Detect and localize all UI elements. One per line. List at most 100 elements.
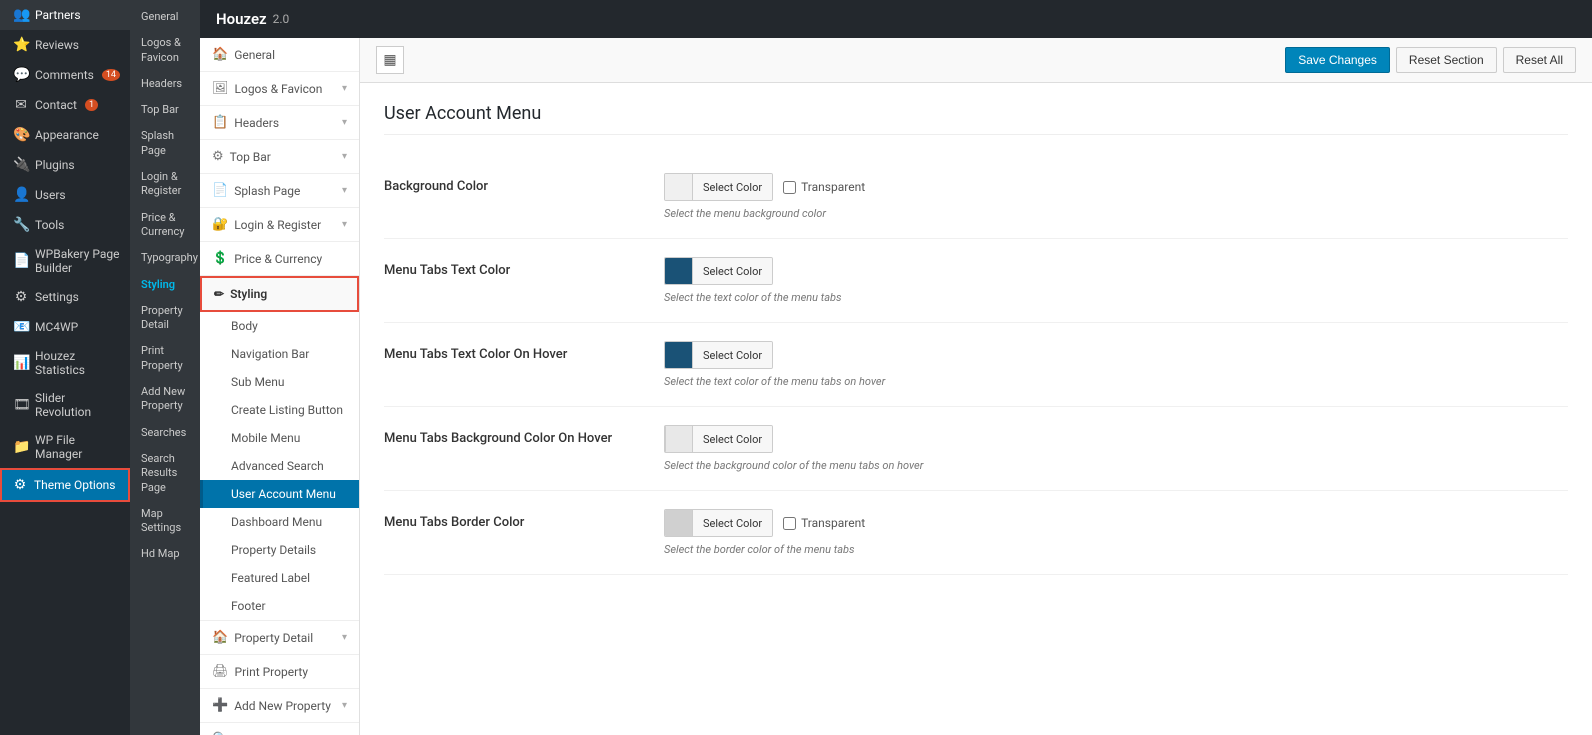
theme-sub-item-top-bar[interactable]: Top Bar (130, 97, 200, 123)
tabs-text-color-picker[interactable]: Select Color (664, 257, 773, 285)
print-property-icon: 🖨 (212, 664, 229, 679)
tabs-border-picker[interactable]: Select Color (664, 509, 773, 537)
sidebar-item-mc4wp[interactable]: 📧 MC4WP (0, 312, 130, 342)
tabs-text-hover-picker[interactable]: Select Color (664, 341, 773, 369)
styling-subitem-advanced-search[interactable]: Advanced Search (200, 452, 359, 480)
background-color-control: Select Color Transparent Select the menu… (664, 173, 1568, 220)
tabs-border-description: Select the border color of the menu tabs (664, 543, 1568, 556)
theme-sub-item-hd-map[interactable]: Hd Map (130, 541, 200, 567)
settings-property-detail-header[interactable]: 🏠 Property Detail ▾ (200, 621, 359, 654)
reset-section-button[interactable]: Reset Section (1396, 47, 1497, 73)
settings-print-property-header[interactable]: 🖨 Print Property (200, 655, 359, 688)
styling-subitem-body[interactable]: Body (200, 312, 359, 340)
section-title: User Account Menu (384, 103, 1568, 135)
sidebar-item-wp-file[interactable]: 📁 WP File Manager (0, 426, 130, 468)
styling-subitem-footer[interactable]: Footer (200, 592, 359, 620)
theme-sub-item-styling[interactable]: Styling (130, 272, 200, 298)
theme-sub-item-logos[interactable]: Logos & Favicon (130, 30, 200, 71)
sidebar-item-comments[interactable]: 💬 Comments 14 (0, 60, 130, 90)
settings-section-splash: 📄 Splash Page ▾ (200, 174, 359, 208)
settings-section-print-property: 🖨 Print Property (200, 655, 359, 689)
styling-subitem-featured-label[interactable]: Featured Label (200, 564, 359, 592)
theme-sub-item-typography[interactable]: Typography (130, 245, 200, 271)
save-changes-button[interactable]: Save Changes (1285, 47, 1390, 73)
sidebar-item-tools[interactable]: 🔧 Tools (0, 210, 130, 240)
settings-searches-header[interactable]: 🔍 Searches ▾ (200, 723, 359, 735)
theme-sub-item-price[interactable]: Price & Currency (130, 205, 200, 246)
settings-price-header[interactable]: 💲 Price & Currency (200, 242, 359, 275)
tabs-bg-hover-btn-label: Select Color (693, 426, 772, 452)
styling-subitem-user-account-menu[interactable]: User Account Menu (200, 480, 359, 508)
houzez-stats-icon: 📊 (13, 355, 29, 371)
settings-login-header[interactable]: 🔐 Login & Register ▾ (200, 208, 359, 241)
reviews-icon: ⭐ (13, 37, 29, 53)
general-icon: 🏠 (212, 47, 228, 62)
styling-subitem-navigation-bar[interactable]: Navigation Bar (200, 340, 359, 368)
theme-sub-item-login[interactable]: Login & Register (130, 164, 200, 205)
contact-icon: ✉ (13, 97, 29, 113)
appearance-icon: 🎨 (13, 127, 29, 143)
reset-all-button[interactable]: Reset All (1503, 47, 1576, 73)
theme-sub-item-map-settings[interactable]: Map Settings (130, 501, 200, 542)
toolbar: ▦ Save Changes Reset Section Reset All (360, 38, 1592, 83)
tabs-text-color-row: Select Color (664, 257, 1568, 285)
settings-general-header[interactable]: 🏠 General (200, 38, 359, 71)
content-wrapper: 🏠 General 🖼 Logos & Favicon ▾ 📋 Headers … (200, 38, 1592, 735)
sidebar-item-plugins[interactable]: 🔌 Plugins (0, 150, 130, 180)
settings-splash-header[interactable]: 📄 Splash Page ▾ (200, 174, 359, 207)
sidebar-item-slider-rev[interactable]: 🎞 Slider Revolution (0, 384, 130, 426)
sidebar-item-theme-options[interactable]: ⚙ Theme Options (0, 468, 130, 502)
styling-subitem-create-listing[interactable]: Create Listing Button (200, 396, 359, 424)
splash-icon: 📄 (212, 183, 228, 198)
tabs-border-transparent-checkbox[interactable] (783, 517, 796, 530)
theme-sub-item-headers[interactable]: Headers (130, 71, 200, 97)
settings-logos-header[interactable]: 🖼 Logos & Favicon ▾ (200, 72, 359, 105)
settings-section-general: 🏠 General (200, 38, 359, 72)
styling-subitem-property-details[interactable]: Property Details (200, 536, 359, 564)
sidebar-item-wpbakery[interactable]: 📄 WPBakery Page Builder (0, 240, 130, 282)
toolbar-right: Save Changes Reset Section Reset All (1285, 47, 1576, 73)
sidebar-item-houzez-stats[interactable]: 📊 Houzez Statistics (0, 342, 130, 384)
styling-parent[interactable]: ✏ Styling (200, 276, 359, 312)
grid-icon-btn[interactable]: ▦ (376, 46, 404, 74)
add-new-chevron: ▾ (342, 700, 347, 711)
tabs-bg-hover-control: Select Color Select the background color… (664, 425, 1568, 472)
plugins-icon: 🔌 (13, 157, 29, 173)
background-transparent-checkbox[interactable] (783, 181, 796, 194)
comments-icon: 💬 (13, 67, 29, 83)
theme-sub-item-print[interactable]: Print Property (130, 338, 200, 379)
theme-sub-item-add-new[interactable]: Add New Property (130, 379, 200, 420)
sidebar-item-partners[interactable]: 👥 Partners (0, 0, 130, 30)
theme-sub-item-prop-detail[interactable]: Property Detail (130, 298, 200, 339)
theme-sub-item-general[interactable]: General (130, 4, 200, 30)
background-transparent-check[interactable]: Transparent (783, 180, 865, 194)
tabs-border-swatch (665, 509, 693, 537)
sidebar-item-settings[interactable]: ⚙ Settings (0, 282, 130, 312)
settings-top-bar-header[interactable]: ⚙ Top Bar ▾ (200, 140, 359, 173)
sidebar-item-contact[interactable]: ✉ Contact 1 (0, 90, 130, 120)
theme-sub-item-searches[interactable]: Searches (130, 420, 200, 446)
splash-chevron: ▾ (342, 185, 347, 196)
background-color-row: Select Color Transparent (664, 173, 1568, 201)
settings-add-new-property-header[interactable]: ➕ Add New Property ▾ (200, 689, 359, 722)
theme-options-sub-sidebar: General Logos & Favicon Headers Top Bar … (130, 0, 200, 735)
top-bar: Houzez 2.0 (200, 0, 1592, 38)
tabs-bg-hover-label: Menu Tabs Background Color On Hover (384, 425, 644, 446)
theme-sub-item-search-results[interactable]: Search Results Page (130, 446, 200, 501)
sidebar-item-users[interactable]: 👤 Users (0, 180, 130, 210)
theme-sub-item-splash[interactable]: Splash Page (130, 123, 200, 164)
tabs-border-transparent-check[interactable]: Transparent (783, 516, 865, 530)
settings-section-logos: 🖼 Logos & Favicon ▾ (200, 72, 359, 106)
styling-subitem-sub-menu[interactable]: Sub Menu (200, 368, 359, 396)
users-icon: 👤 (13, 187, 29, 203)
background-color-picker[interactable]: Select Color (664, 173, 773, 201)
grid-icon: ▦ (383, 52, 396, 68)
sidebar-item-reviews[interactable]: ⭐ Reviews (0, 30, 130, 60)
tabs-bg-hover-picker[interactable]: Select Color (664, 425, 773, 453)
styling-subitem-mobile-menu[interactable]: Mobile Menu (200, 424, 359, 452)
sidebar-item-appearance[interactable]: 🎨 Appearance (0, 120, 130, 150)
setting-row-tabs-text-color: Menu Tabs Text Color Select Color Select… (384, 239, 1568, 323)
styling-subitem-dashboard-menu[interactable]: Dashboard Menu (200, 508, 359, 536)
settings-headers-header[interactable]: 📋 Headers ▾ (200, 106, 359, 139)
settings-section-property-detail: 🏠 Property Detail ▾ (200, 621, 359, 655)
